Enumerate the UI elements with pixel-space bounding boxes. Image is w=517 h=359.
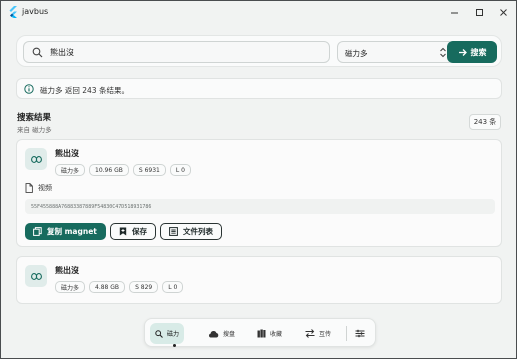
link-icon-box: [25, 265, 47, 287]
file-type-row: 视频: [25, 183, 52, 193]
magnet-hash: 55F455888A76883387889F54830C47D518931786: [25, 199, 495, 214]
app-window: javbus 磁力多: [0, 0, 517, 359]
title-bar: javbus: [1, 1, 516, 23]
copy-magnet-label: 复制 magnet: [47, 227, 97, 236]
search-icon: [155, 329, 163, 338]
results-source: 来自 磁力多: [17, 126, 52, 134]
file-list-label: 文件列表: [183, 227, 213, 236]
nav-cloud-label: 搜盘: [223, 331, 236, 338]
sliders-icon: [355, 329, 365, 338]
engine-select[interactable]: 磁力多: [337, 41, 454, 63]
source-chip: 磁力多: [55, 164, 86, 176]
result-tags: 磁力多 10.96 GB S 6931 L 0: [55, 164, 191, 176]
maximize-button[interactable]: [468, 4, 490, 20]
result-title: 熊出沒: [55, 149, 79, 158]
results-heading: 搜索结果: [17, 113, 52, 123]
status-message: 磁力多 返回 243 条结果。: [40, 86, 129, 95]
window-title: javbus: [22, 7, 49, 16]
minimize-icon: [450, 12, 458, 13]
bookmark-plus-icon: [119, 227, 127, 236]
result-title: 熊出沒: [55, 266, 79, 275]
link-icon: [30, 272, 42, 280]
result-tags: 磁力多 4.88 GB S 829 L 0: [55, 281, 184, 293]
link-icon-box: [25, 148, 47, 170]
search-button-label: 搜索: [470, 47, 487, 57]
up-down-chevron-icon: [440, 47, 446, 58]
search-input[interactable]: [50, 45, 320, 60]
arrow-right-icon: [458, 48, 467, 56]
status-info-bar: 磁力多 返回 243 条结果。: [16, 78, 502, 99]
file-icon: [25, 183, 33, 193]
collection-icon: [257, 329, 266, 338]
size-chip: 4.88 GB: [89, 281, 126, 293]
search-button[interactable]: 搜索: [447, 41, 497, 63]
nav-favorites-label: 收藏: [270, 331, 283, 338]
source-chip: 磁力多: [55, 281, 86, 293]
result-card: 熊出沒 磁力多 10.96 GB S 6931 L 0 视频 55F455888…: [16, 139, 502, 247]
info-icon: [24, 84, 34, 94]
size-chip: 10.96 GB: [89, 164, 129, 176]
nav-favorites[interactable]: 收藏: [252, 323, 287, 344]
settings-button[interactable]: [350, 323, 370, 344]
link-icon: [30, 155, 42, 163]
file-list-button[interactable]: 文件列表: [160, 223, 222, 240]
cloud-icon: [208, 330, 219, 337]
save-button[interactable]: 保存: [110, 223, 156, 240]
seeders-chip: S 6931: [132, 164, 166, 176]
copy-magnet-button[interactable]: 复制 magnet: [25, 223, 106, 240]
search-field[interactable]: [23, 41, 330, 63]
engine-select-value: 磁力多: [345, 49, 368, 58]
nav-relay-label: 互传: [319, 331, 332, 338]
results-count-badge: 243 条: [469, 114, 501, 130]
search-icon: [32, 47, 43, 58]
bottom-navigation: 磁力 搜盘 收藏 互传: [144, 318, 376, 347]
close-button[interactable]: [492, 4, 514, 20]
search-panel: 磁力多 搜索: [16, 35, 502, 67]
result-actions: 复制 magnet 保存 文件列表: [25, 223, 222, 240]
maximize-icon: [475, 8, 483, 16]
minimize-button[interactable]: [443, 4, 465, 20]
leechers-chip: L 0: [169, 164, 191, 176]
file-type-label: 视频: [38, 184, 52, 192]
nav-relay[interactable]: 互传: [300, 323, 336, 344]
active-indicator-dot: [173, 344, 176, 347]
nav-cloud[interactable]: 搜盘: [203, 323, 240, 344]
close-icon: [499, 8, 507, 16]
result-card: 熊出沒 磁力多 4.88 GB S 829 L 0: [16, 256, 502, 304]
nav-magnet[interactable]: 磁力: [150, 323, 185, 344]
copy-icon: [33, 227, 42, 236]
nav-magnet-label: 磁力: [167, 331, 180, 338]
seeders-chip: S 829: [129, 281, 159, 293]
nav-divider: [346, 326, 347, 341]
flutter-logo-icon: [9, 6, 17, 18]
swap-arrows-icon: [305, 329, 315, 338]
list-icon: [169, 227, 178, 236]
leechers-chip: L 0: [162, 281, 184, 293]
save-button-label: 保存: [132, 227, 147, 236]
